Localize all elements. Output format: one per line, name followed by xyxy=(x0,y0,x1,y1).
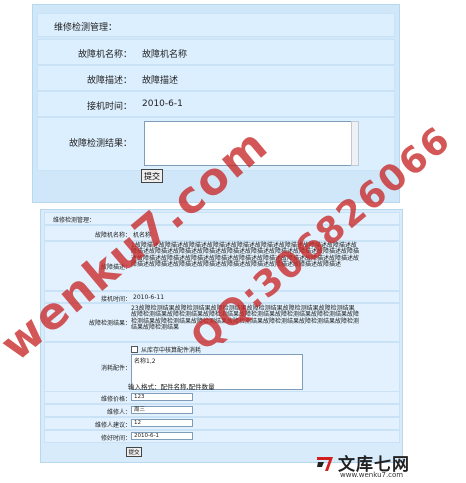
fault-desc-label: 故障描述： xyxy=(86,76,132,86)
fault-desc-value: 故障描述 xyxy=(142,76,179,86)
submit-button[interactable]: 提交 xyxy=(126,447,142,457)
brand-logo-icon xyxy=(317,457,333,471)
repairer-row: 维修人： 周三 xyxy=(44,404,400,417)
fault-name-row: 故障机名称： 故障机名称 xyxy=(37,39,395,65)
receive-time-value: 2010-6-11 xyxy=(133,294,165,301)
brand-url: www.wenku7.com xyxy=(340,471,404,479)
result-label: 故障检测结果： xyxy=(88,320,131,327)
result-scrollbar[interactable] xyxy=(351,121,359,166)
stock-check-label: 从库存中核算配件消耗 xyxy=(141,347,202,354)
parts-input-hint: 输入格式：配件名称,配件数量 xyxy=(128,383,215,391)
fault-name-value: 故障机名称 xyxy=(142,50,188,60)
done-time-label: 修好时间： xyxy=(100,435,131,442)
fault-desc-row: 故障描述： 故障描述 xyxy=(37,65,395,91)
receive-time-value: 2010-6-1 xyxy=(142,99,183,109)
parts-label: 消耗配件： xyxy=(100,365,131,372)
receive-time-label: 接机时间： xyxy=(86,102,132,112)
receive-time-row: 接机时间： 2010-6-1 xyxy=(37,91,395,117)
repairer-label: 维修人： xyxy=(106,409,131,416)
submit-button[interactable]: 提交 xyxy=(141,169,163,183)
form-title: 维修检测管理： xyxy=(54,23,118,33)
price-label: 维修价格： xyxy=(100,396,131,403)
form-title-row: 维修检测管理： xyxy=(37,13,395,37)
parts-row: 消耗配件： 从库存中核算配件消耗 名称1,2 xyxy=(44,342,400,396)
stock-check-option[interactable]: 从库存中核算配件消耗 xyxy=(131,345,201,354)
price-input[interactable]: 123 xyxy=(131,393,193,401)
repairer-input[interactable]: 周三 xyxy=(131,406,193,414)
suggestion-input[interactable]: 12 xyxy=(131,419,193,427)
form-title: 维修检测管理： xyxy=(53,217,96,224)
price-row: 维修价格： 123 xyxy=(44,391,400,404)
done-time-row: 修好时间： 2010-6-1 xyxy=(44,430,400,443)
stock-checkbox[interactable] xyxy=(131,346,138,353)
suggestion-label: 维修人建议： xyxy=(94,422,131,429)
fault-name-label: 故障机名称： xyxy=(77,50,132,60)
suggestion-row: 维修人建议： 12 xyxy=(44,417,400,430)
done-time-input[interactable]: 2010-6-1 xyxy=(131,432,193,440)
result-label: 故障检测结果： xyxy=(68,139,132,149)
